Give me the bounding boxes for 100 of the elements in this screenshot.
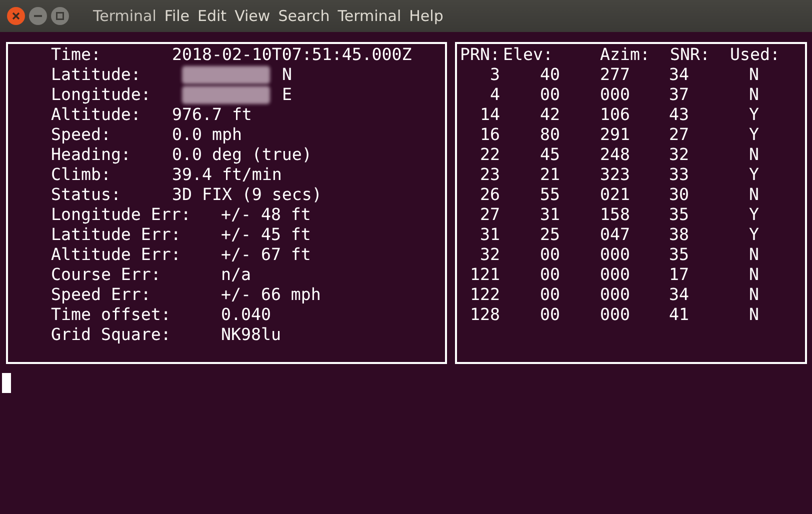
menu-item[interactable]: Terminal [338,4,402,28]
field-label: Grid Square: [51,325,172,345]
menu-item[interactable]: Help [409,4,444,28]
field-value: 0.0 deg (true) [172,145,312,165]
table-cell-text: 32 [479,245,500,265]
table-cell-text: 43 [668,105,689,125]
table-cell-text: 31 [539,205,560,225]
table-cell-text: 34 [668,285,689,305]
table-cell-text: 000 [599,265,630,285]
table-cell-text: N [748,85,759,105]
field-value: 2018-02-10T07:51:45.000Z [172,45,412,65]
table-cell-text: 000 [599,245,630,265]
field-label: Time offset: [51,305,172,325]
table-cell-text: 25 [539,225,560,245]
field-value: N [282,65,292,85]
field-label: Status: [51,185,122,205]
field-value: 0.0 mph [172,125,242,145]
field-value: +/- 45 ft [221,225,311,245]
table-cell-text: 000 [599,285,630,305]
field-value: NK98lu [221,325,281,345]
field-value: 3D FIX (9 secs) [172,185,322,205]
table-cell-text: 00 [539,245,560,265]
table-cell-text: 4 [489,85,500,105]
table-cell-text: 35 [668,245,689,265]
field-value: +/- 48 ft [221,205,311,225]
menu-item[interactable]: Edit [198,4,227,28]
table-cell-text: 32 [668,145,689,165]
table-cell-text: 021 [599,185,630,205]
field-value: E [282,85,292,105]
table-cell-text: N [748,245,759,265]
field-label: Climb: [51,165,112,185]
column-header: PRN: [460,45,501,65]
column-header: Elev: [503,45,554,65]
table-cell-text: 45 [539,145,560,165]
maximize-icon [56,12,64,20]
field-label: Speed: [51,125,112,145]
table-cell-text: Y [748,125,759,145]
table-cell-text: N [748,145,759,165]
column-header: Used: [730,45,781,65]
table-cell-text: Y [748,225,759,245]
field-label: Altitude: [51,105,142,125]
close-icon [12,12,20,20]
field-value: 976.7 ft [172,105,252,125]
table-cell-text: 55 [539,185,560,205]
field-label: Longitude Err: [51,205,192,225]
menu-item[interactable]: Search [278,4,330,28]
field-label: Course Err: [51,265,162,285]
table-cell-text: 121 [469,265,500,285]
table-cell-text: 40 [539,65,560,85]
menu-item[interactable]: View [234,4,270,28]
table-cell-text: 33 [668,165,689,185]
column-header: Azim: [600,45,651,65]
table-cell-text: N [748,65,759,85]
table-cell-text: 23 [479,165,500,185]
menu-item[interactable]: File [164,4,190,28]
field-label: Altitude Err: [51,245,182,265]
table-cell-text: 00 [539,305,560,325]
table-cell-text: 27 [479,205,500,225]
table-cell-text: 17 [668,265,689,285]
table-cell-text: 106 [599,105,630,125]
table-cell-text: 26 [479,185,500,205]
table-cell-text: N [748,285,759,305]
table-cell-text: 000 [599,85,630,105]
table-cell-text: 37 [668,85,689,105]
field-label: Speed Err: [51,285,152,305]
table-cell-text: 30 [668,185,689,205]
close-button[interactable] [7,7,25,25]
table-cell-text: 21 [539,165,560,185]
table-cell-text: 38 [668,225,689,245]
minimize-button[interactable] [29,7,47,25]
column-header: SNR: [670,45,711,65]
field-label: Latitude Err: [51,225,182,245]
table-cell-text: 128 [469,305,500,325]
table-cell-text: N [748,185,759,205]
table-cell-text: 00 [539,85,560,105]
table-cell-text: 41 [668,305,689,325]
table-cell-text: N [748,305,759,325]
table-cell-text: 14 [479,105,500,125]
table-cell-text: 158 [599,205,630,225]
field-label: Longitude: [51,85,152,105]
table-cell-text: 000 [599,305,630,325]
table-cell-text: N [748,265,759,285]
table-cell-text: 22 [479,145,500,165]
table-cell-text: Y [748,165,759,185]
table-cell-text: 00 [539,285,560,305]
table-cell-text: 31 [479,225,500,245]
table-cell-text: 35 [668,205,689,225]
maximize-button[interactable] [51,7,69,25]
field-value: +/- 66 mph [221,285,321,305]
field-value: +/- 67 ft [221,245,311,265]
table-cell-text: 42 [539,105,560,125]
table-cell-text: 047 [599,225,630,245]
field-label: Heading: [51,145,132,165]
table-cell-text: 277 [599,65,630,85]
field-label: Time: [51,45,102,65]
table-cell-text: 3 [489,65,500,85]
table-cell-text: Y [748,205,759,225]
table-cell-text: 323 [599,165,630,185]
table-cell-text: 00 [539,265,560,285]
text-cursor [2,373,11,393]
